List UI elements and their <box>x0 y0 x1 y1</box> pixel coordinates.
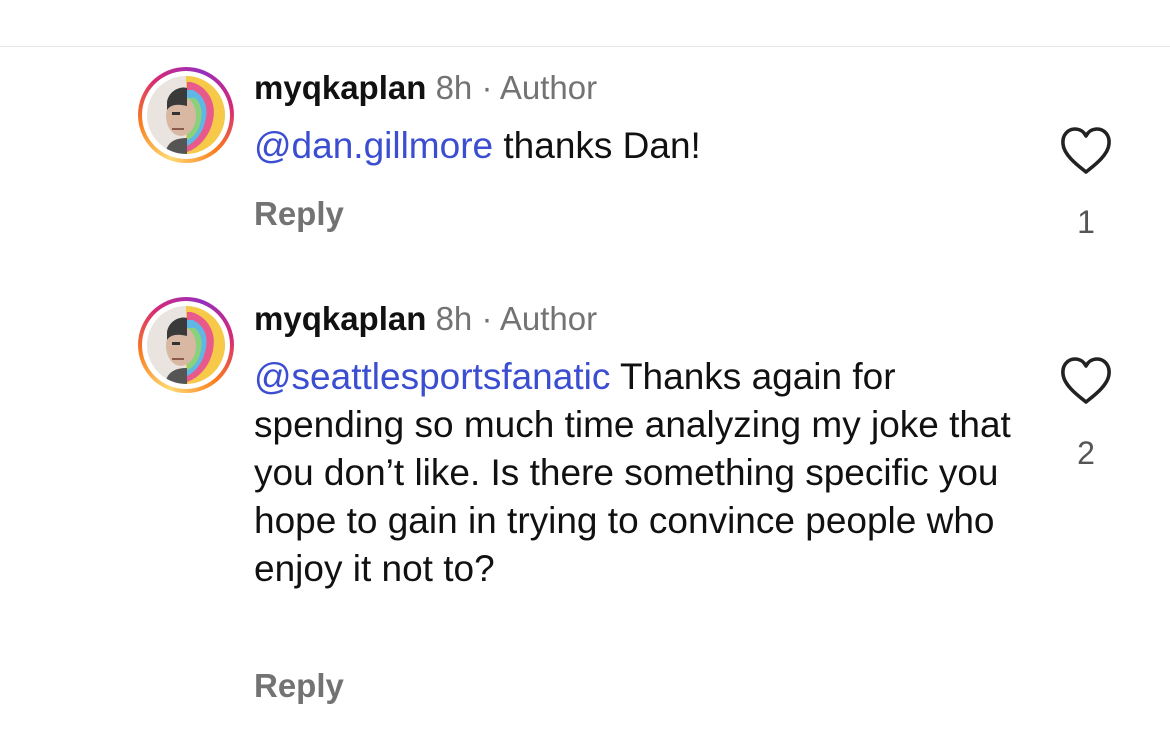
comment-header: myqkaplan 8h · Author <box>254 68 597 108</box>
comment-text: thanks Dan! <box>493 125 701 166</box>
heart-outline-icon[interactable] <box>1058 356 1114 406</box>
reply-button[interactable]: Reply <box>254 194 344 234</box>
author-label: Author <box>499 300 598 337</box>
comment-header: myqkaplan 8h · Author <box>254 299 597 339</box>
avatar[interactable] <box>138 67 234 163</box>
reply-button[interactable]: Reply <box>254 666 344 706</box>
mention-link[interactable]: @seattlesportsfanatic <box>254 356 610 397</box>
comment-body: @seattlesportsfanatic Thanks again for s… <box>254 353 1014 593</box>
username[interactable]: myqkaplan <box>254 300 426 337</box>
avatar[interactable] <box>138 297 234 393</box>
top-divider <box>0 46 1170 47</box>
avatar-image <box>147 306 225 384</box>
comment-body: @dan.gillmore thanks Dan! <box>254 122 1014 170</box>
meta-separator: · <box>481 300 493 337</box>
like-count: 1 <box>1077 204 1095 240</box>
username[interactable]: myqkaplan <box>254 69 426 106</box>
comment-time: 8h <box>435 300 473 337</box>
avatar-image <box>147 76 225 154</box>
avatar-ring <box>142 301 230 389</box>
avatar-ring <box>142 71 230 159</box>
author-label: Author <box>499 69 598 106</box>
meta-separator: · <box>481 69 493 106</box>
like-count: 2 <box>1077 435 1095 471</box>
comment-time: 8h <box>435 69 473 106</box>
heart-outline-icon[interactable] <box>1058 126 1114 176</box>
mention-link[interactable]: @dan.gillmore <box>254 125 493 166</box>
